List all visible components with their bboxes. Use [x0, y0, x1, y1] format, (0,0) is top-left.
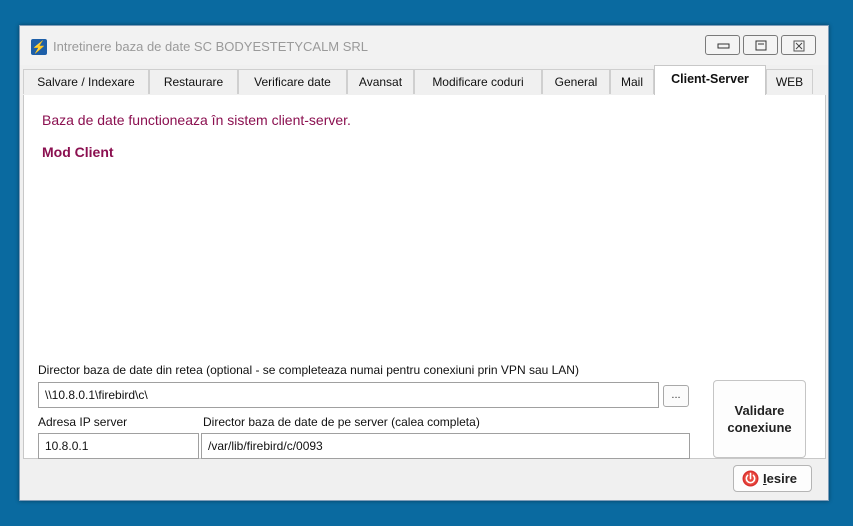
minimize-button[interactable] — [705, 35, 740, 55]
exit-button[interactable]: Iesire — [733, 465, 812, 492]
maintenance-window: ⚡ Intretinere baza de date SC BODYESTETY… — [19, 25, 829, 501]
tab-restaurare[interactable]: Restaurare — [149, 69, 238, 94]
mode-label: Mod Client — [42, 144, 114, 160]
title-bar[interactable]: ⚡ Intretinere baza de date SC BODYESTETY… — [20, 26, 828, 65]
window-title: Intretinere baza de date SC BODYESTETYCA… — [53, 39, 369, 54]
tab-verificare-date[interactable]: Verificare date — [238, 69, 347, 94]
maximize-icon — [755, 40, 767, 51]
tab-web[interactable]: WEB — [766, 69, 813, 94]
tab-strip: Salvare / Indexare Restaurare Verificare… — [23, 65, 825, 96]
network-dir-field[interactable]: \\10.8.0.1\firebird\c\ — [38, 382, 659, 408]
tab-general[interactable]: General — [542, 69, 610, 94]
tab-client-server[interactable]: Client-Server — [654, 65, 766, 96]
minimize-icon — [717, 43, 730, 49]
server-dir-field[interactable]: /var/lib/firebird/c/0093 — [201, 433, 690, 459]
tab-modificare-coduri[interactable]: Modificare coduri — [414, 69, 542, 94]
close-button[interactable] — [781, 35, 816, 55]
network-dir-label: Director baza de date din retea (optiona… — [38, 363, 579, 377]
validate-label-2: conexiune — [727, 420, 792, 435]
exit-label: Iesire — [763, 471, 797, 486]
validate-connection-button[interactable]: Validare conexiune — [713, 380, 806, 458]
lightning-icon: ⚡ — [31, 39, 47, 55]
ip-label: Adresa IP server — [38, 415, 128, 429]
exit-label-rest: esire — [766, 471, 797, 486]
ip-field[interactable]: 10.8.0.1 — [38, 433, 199, 459]
browse-button[interactable]: ... — [663, 385, 689, 407]
status-message: Baza de date functioneaza în sistem clie… — [42, 112, 351, 128]
power-icon — [742, 470, 759, 487]
tab-salvare-indexare[interactable]: Salvare / Indexare — [23, 69, 149, 94]
tab-avansat[interactable]: Avansat — [347, 69, 414, 94]
tab-mail[interactable]: Mail — [610, 69, 654, 94]
maximize-button[interactable] — [743, 35, 778, 55]
close-icon — [793, 40, 805, 52]
client-server-panel: Baza de date functioneaza în sistem clie… — [23, 95, 826, 459]
validate-label-1: Validare — [734, 403, 785, 418]
server-dir-label: Director baza de date de pe server (cale… — [203, 415, 480, 429]
